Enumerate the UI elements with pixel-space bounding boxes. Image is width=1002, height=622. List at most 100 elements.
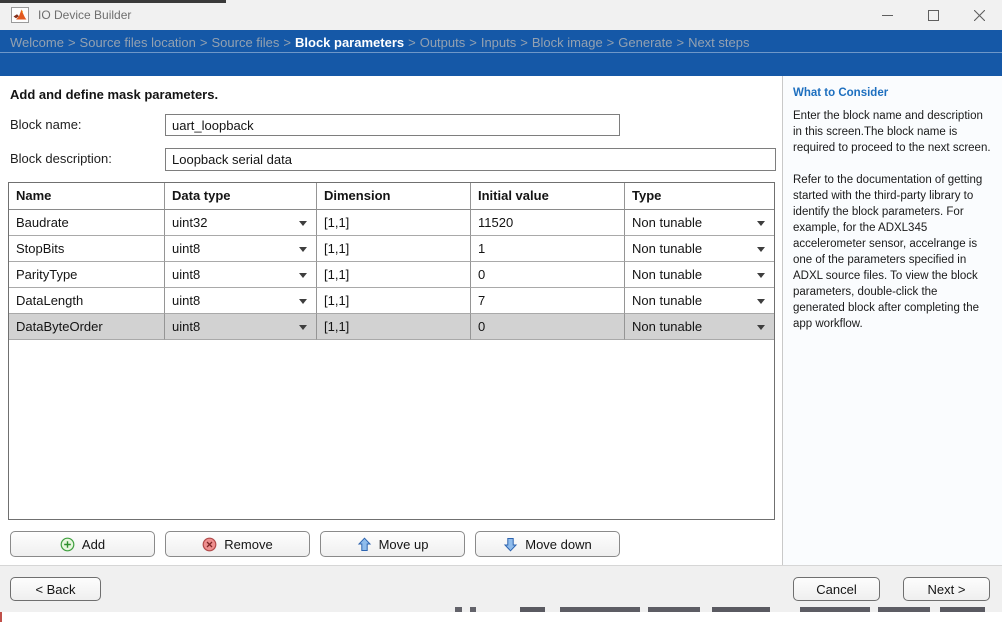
close-icon (974, 10, 985, 21)
breadcrumb-separator: > (64, 35, 80, 50)
maximize-icon (928, 10, 939, 21)
step-generate[interactable]: Generate (618, 35, 672, 50)
column-header-initial-value: Initial value (471, 183, 625, 210)
cell-type-value: Non tunable (632, 267, 702, 282)
breadcrumb-separator: > (603, 35, 619, 50)
wizard-steps-bar: Welcome>Source files location>Source fil… (0, 30, 1002, 76)
chevron-down-icon[interactable] (757, 325, 765, 330)
cell-dimension[interactable]: [1,1] (317, 236, 471, 262)
table-header-row: Name Data type Dimension Initial value T… (9, 183, 774, 210)
main-content: Add and define mask parameters. Block na… (0, 76, 1002, 565)
io-device-builder-window: IO Device Builder Welcome>Source files l… (0, 0, 1002, 612)
cell-name[interactable]: Baudrate (9, 210, 165, 236)
window-title: IO Device Builder (38, 8, 864, 22)
cell-data-type-dropdown[interactable]: uint8 (165, 314, 317, 340)
background-window-sliver-top (0, 0, 226, 3)
column-header-dimension: Dimension (317, 183, 471, 210)
breadcrumb: Welcome>Source files location>Source fil… (0, 30, 1002, 53)
remove-button[interactable]: Remove (165, 531, 310, 557)
close-button[interactable] (956, 0, 1002, 30)
cell-type-dropdown[interactable]: Non tunable (625, 314, 774, 340)
chevron-down-icon[interactable] (757, 221, 765, 226)
table-actions: Add Remove Move up Move down (10, 531, 620, 557)
cell-name[interactable]: ParityType (9, 262, 165, 288)
help-paragraph-2: Refer to the documentation of getting st… (793, 172, 992, 332)
cell-type-value: Non tunable (632, 293, 702, 308)
help-panel: What to Consider Enter the block name an… (782, 76, 1002, 565)
chevron-down-icon[interactable] (299, 299, 307, 304)
cell-type-dropdown[interactable]: Non tunable (625, 288, 774, 314)
cell-dimension[interactable]: [1,1] (317, 262, 471, 288)
chevron-down-icon[interactable] (757, 247, 765, 252)
step-block-parameters-current[interactable]: Block parameters (295, 35, 404, 50)
step-outputs[interactable]: Outputs (420, 35, 466, 50)
cross-circle-icon (202, 537, 217, 552)
titlebar: IO Device Builder (0, 0, 1002, 30)
cell-data-type-dropdown[interactable]: uint32 (165, 210, 317, 236)
table-row-baudrate[interactable]: Baudrate uint32 [1,1] 11520 Non tunable (9, 210, 774, 236)
cell-initial-value[interactable]: 0 (471, 262, 625, 288)
table-row-datalength[interactable]: DataLength uint8 [1,1] 7 Non tunable (9, 288, 774, 314)
breadcrumb-separator: > (672, 35, 688, 50)
breadcrumb-separator: > (279, 35, 295, 50)
step-inputs[interactable]: Inputs (481, 35, 516, 50)
cell-initial-value[interactable]: 7 (471, 288, 625, 314)
arrow-up-icon (357, 537, 372, 552)
breadcrumb-separator: > (465, 35, 481, 50)
block-name-field[interactable] (165, 114, 620, 136)
step-source-files[interactable]: Source files (211, 35, 279, 50)
move-up-button[interactable]: Move up (320, 531, 465, 557)
page-heading: Add and define mask parameters. (10, 87, 218, 102)
cell-type-dropdown[interactable]: Non tunable (625, 236, 774, 262)
chevron-down-icon[interactable] (757, 299, 765, 304)
cell-dimension[interactable]: [1,1] (317, 288, 471, 314)
cell-initial-value[interactable]: 11520 (471, 210, 625, 236)
cell-initial-value[interactable]: 0 (471, 314, 625, 340)
cell-type-dropdown[interactable]: Non tunable (625, 210, 774, 236)
table-row-databyteorder-selected[interactable]: DataByteOrder uint8 [1,1] 0 Non tunable (9, 314, 774, 340)
cell-initial-value[interactable]: 1 (471, 236, 625, 262)
chevron-down-icon[interactable] (299, 273, 307, 278)
next-button[interactable]: Next > (903, 577, 990, 601)
chevron-down-icon[interactable] (299, 221, 307, 226)
cell-data-type-dropdown[interactable]: uint8 (165, 262, 317, 288)
footer-bar: < Back Cancel Next > (0, 565, 1002, 612)
cell-name[interactable]: DataLength (9, 288, 165, 314)
arrow-down-icon (503, 537, 518, 552)
move-up-button-label: Move up (379, 537, 429, 552)
chevron-down-icon[interactable] (757, 273, 765, 278)
remove-button-label: Remove (224, 537, 272, 552)
cell-name[interactable]: DataByteOrder (9, 314, 165, 340)
cell-dimension[interactable]: [1,1] (317, 210, 471, 236)
cell-dimension[interactable]: [1,1] (317, 314, 471, 340)
maximize-button[interactable] (910, 0, 956, 30)
step-block-image[interactable]: Block image (532, 35, 603, 50)
chevron-down-icon[interactable] (299, 325, 307, 330)
cell-type-dropdown[interactable]: Non tunable (625, 262, 774, 288)
move-down-button-label: Move down (525, 537, 591, 552)
move-down-button[interactable]: Move down (475, 531, 620, 557)
step-next-steps[interactable]: Next steps (688, 35, 749, 50)
add-button[interactable]: Add (10, 531, 155, 557)
cell-name[interactable]: StopBits (9, 236, 165, 262)
block-description-label: Block description: (10, 151, 112, 166)
cell-data-type-value: uint8 (172, 241, 200, 256)
block-description-field[interactable] (165, 148, 776, 171)
cell-data-type-value: uint8 (172, 293, 200, 308)
breadcrumb-separator: > (516, 35, 532, 50)
chevron-down-icon[interactable] (299, 247, 307, 252)
parameters-table: Name Data type Dimension Initial value T… (8, 182, 775, 520)
table-row-stopbits[interactable]: StopBits uint8 [1,1] 1 Non tunable (9, 236, 774, 262)
cell-data-type-dropdown[interactable]: uint8 (165, 288, 317, 314)
cell-data-type-dropdown[interactable]: uint8 (165, 236, 317, 262)
cancel-button[interactable]: Cancel (793, 577, 880, 601)
plus-circle-icon (60, 537, 75, 552)
minimize-button[interactable] (864, 0, 910, 30)
minimize-icon (882, 10, 893, 21)
step-welcome[interactable]: Welcome (10, 35, 64, 50)
column-header-type: Type (625, 183, 774, 210)
back-button[interactable]: < Back (10, 577, 101, 601)
step-source-files-location[interactable]: Source files location (80, 35, 196, 50)
table-row-paritytype[interactable]: ParityType uint8 [1,1] 0 Non tunable (9, 262, 774, 288)
breadcrumb-separator: > (196, 35, 212, 50)
